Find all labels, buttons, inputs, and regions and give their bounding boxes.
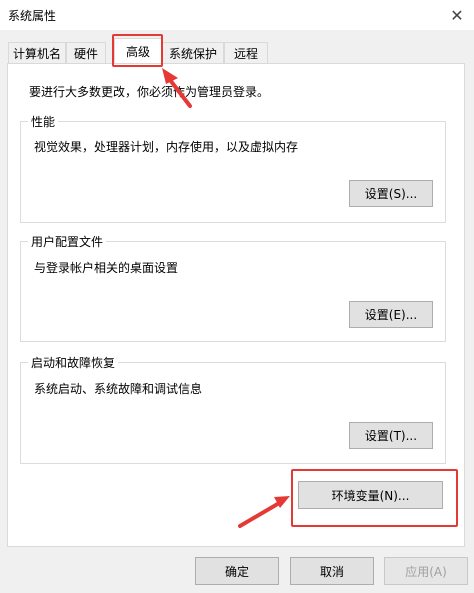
arrow-to-tab-icon bbox=[162, 68, 192, 108]
arrow-to-env-button-icon bbox=[238, 496, 290, 528]
annotation-arrows bbox=[162, 68, 290, 528]
